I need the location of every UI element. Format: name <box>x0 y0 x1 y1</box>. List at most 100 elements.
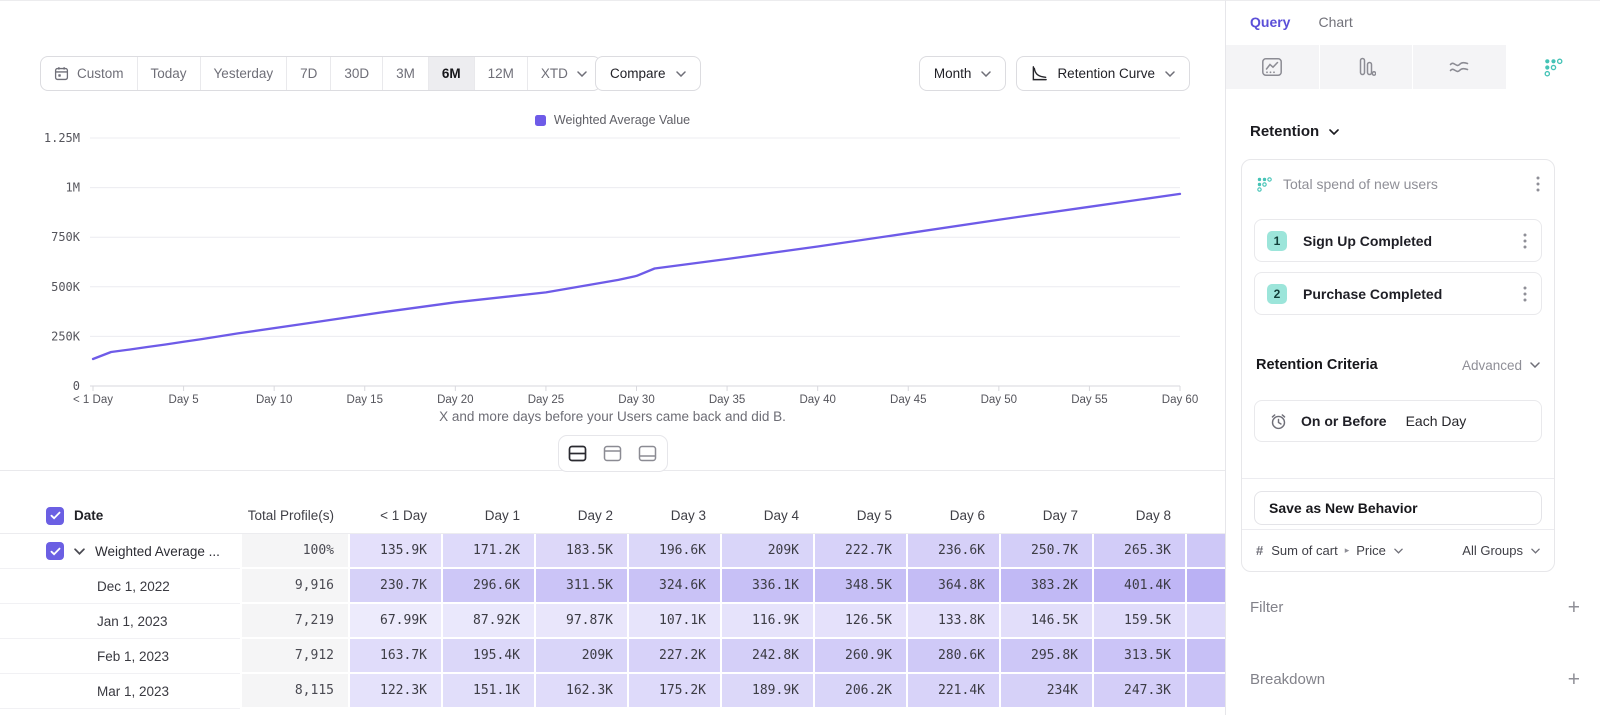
retention-value-cell[interactable]: 324.6K <box>627 569 720 604</box>
expand-caret-icon[interactable] <box>74 548 85 555</box>
granularity-button[interactable]: Month <box>919 56 1007 91</box>
retention-value-cell[interactable]: 97.87K <box>534 604 627 639</box>
retention-value-cell[interactable]: 295.8K <box>999 639 1092 674</box>
retention-value-cell[interactable]: 195.4K <box>441 639 534 674</box>
range-today[interactable]: Today <box>138 57 201 90</box>
step-menu-icon[interactable] <box>1521 231 1529 251</box>
retention-value-cell[interactable]: 247.3K <box>1092 674 1185 709</box>
retention-value-cell[interactable]: 234K <box>999 674 1092 709</box>
day-column-header: < 1 Day <box>348 498 441 533</box>
retention-value-cell[interactable]: 146.5K <box>999 604 1092 639</box>
retention-value-cell[interactable]: 206.2K <box>813 674 906 709</box>
retention-value-cell[interactable]: 265.3K <box>1092 534 1185 569</box>
retention-value-cell[interactable]: 122.3K <box>348 674 441 709</box>
range-6m[interactable]: 6M <box>429 57 475 90</box>
retention-curve-icon <box>1031 65 1048 82</box>
funnels-icon[interactable] <box>1320 45 1414 89</box>
retention-value-cell[interactable]: 175.2K <box>627 674 720 709</box>
row-label-cell[interactable]: Jan 1, 2023 <box>0 604 240 639</box>
range-12m[interactable]: 12M <box>475 57 528 90</box>
retention-value-cell[interactable]: 126.5K <box>813 604 906 639</box>
layout-table-view-button[interactable] <box>632 439 664 468</box>
retention-value-cell[interactable]: 196.6K <box>627 534 720 569</box>
step-sign-up-completed[interactable]: 1 Sign Up Completed <box>1254 219 1542 262</box>
all-groups-dropdown[interactable]: All Groups <box>1462 543 1540 558</box>
on-or-before-label: On or Before <box>1301 413 1387 429</box>
row-label-cell[interactable]: Mar 1, 2023 <box>0 674 240 709</box>
retention-value-cell[interactable]: 221.4K <box>906 674 999 709</box>
compare-button[interactable]: Compare <box>595 56 701 91</box>
step-purchase-completed[interactable]: 2 Purchase Completed <box>1254 272 1542 315</box>
retention-value-cell[interactable]: 401.4K <box>1092 569 1185 604</box>
retention-icon[interactable] <box>1507 45 1600 89</box>
range-3m[interactable]: 3M <box>383 57 429 90</box>
retention-value-cell[interactable]: 348.5K <box>813 569 906 604</box>
flows-icon[interactable] <box>1413 45 1507 89</box>
insights-icon[interactable] <box>1226 45 1320 89</box>
row-label-cell[interactable]: Feb 1, 2023 <box>0 639 240 674</box>
retention-criteria-setting[interactable]: On or Before Each Day <box>1254 400 1542 442</box>
range-yesterday[interactable]: Yesterday <box>201 57 288 90</box>
retention-value-cell[interactable]: 222.7K <box>813 534 906 569</box>
row-checkbox[interactable] <box>46 542 64 560</box>
retention-value-cell[interactable]: 67.99K <box>348 604 441 639</box>
retention-value-cell[interactable]: 116.9K <box>720 604 813 639</box>
range-xtd[interactable]: XTD <box>528 57 600 90</box>
alarm-clock-icon <box>1269 412 1288 431</box>
layout-split-view-button[interactable] <box>562 439 594 468</box>
arrow-right-icon: ▸ <box>1345 545 1350 556</box>
retention-value-cell[interactable]: 230.7K <box>348 569 441 604</box>
total-profiles-cell: 9,916 <box>240 569 348 604</box>
retention-value-cell[interactable]: 133.8K <box>906 604 999 639</box>
partial-value-cell <box>1185 639 1225 674</box>
retention-value-cell[interactable]: 296.6K <box>441 569 534 604</box>
total-profiles-cell: 7,219 <box>240 604 348 639</box>
step-menu-icon[interactable] <box>1521 284 1529 304</box>
retention-value-cell[interactable]: 311.5K <box>534 569 627 604</box>
behavior-menu-icon[interactable] <box>1534 174 1542 194</box>
retention-value-cell[interactable]: 135.9K <box>348 534 441 569</box>
measure-property-dropdown[interactable]: Sum of cart ▸ Price <box>1271 543 1403 558</box>
retention-value-cell[interactable]: 162.3K <box>534 674 627 709</box>
row-label-cell[interactable]: Weighted Average ... <box>0 534 240 569</box>
retention-value-cell[interactable]: 236.6K <box>906 534 999 569</box>
criteria-mode-dropdown[interactable]: Advanced <box>1462 358 1540 373</box>
svg-text:Day 5: Day 5 <box>169 394 199 406</box>
retention-value-cell[interactable]: 87.92K <box>441 604 534 639</box>
retention-section-dropdown[interactable]: Retention <box>1250 123 1339 140</box>
retention-value-cell[interactable]: 163.7K <box>348 639 441 674</box>
range-30d[interactable]: 30D <box>331 57 383 90</box>
tab-query[interactable]: Query <box>1250 14 1290 45</box>
range-7d[interactable]: 7D <box>287 57 331 90</box>
add-filter-button[interactable]: + <box>1568 597 1580 618</box>
retention-value-cell[interactable]: 260.9K <box>813 639 906 674</box>
retention-value-cell[interactable]: 171.2K <box>441 534 534 569</box>
retention-value-cell[interactable]: 209K <box>534 639 627 674</box>
save-as-new-behavior-button[interactable]: Save as New Behavior <box>1254 491 1542 525</box>
retention-value-cell[interactable]: 189.9K <box>720 674 813 709</box>
partial-value-cell <box>1185 534 1225 569</box>
retention-value-cell[interactable]: 107.1K <box>627 604 720 639</box>
row-label-cell[interactable]: Dec 1, 2022 <box>0 569 240 604</box>
retention-value-cell[interactable]: 183.5K <box>534 534 627 569</box>
retention-value-cell[interactable]: 209K <box>720 534 813 569</box>
add-breakdown-button[interactable]: + <box>1568 669 1580 690</box>
retention-value-cell[interactable]: 242.8K <box>720 639 813 674</box>
retention-value-cell[interactable]: 313.5K <box>1092 639 1185 674</box>
step-label: Purchase Completed <box>1303 286 1505 302</box>
chart-caption: X and more days before your Users came b… <box>0 409 1225 424</box>
retention-value-cell[interactable]: 151.1K <box>441 674 534 709</box>
retention-value-cell[interactable]: 250.7K <box>999 534 1092 569</box>
retention-value-cell[interactable]: 227.2K <box>627 639 720 674</box>
retention-value-cell[interactable]: 159.5K <box>1092 604 1185 639</box>
chart-type-button[interactable]: Retention Curve <box>1016 56 1190 91</box>
retention-value-cell[interactable]: 336.1K <box>720 569 813 604</box>
layout-chart-view-button[interactable] <box>597 439 629 468</box>
select-all-checkbox[interactable] <box>46 507 64 525</box>
tab-chart[interactable]: Chart <box>1318 14 1352 45</box>
retention-value-cell[interactable]: 383.2K <box>999 569 1092 604</box>
retention-value-cell[interactable]: 280.6K <box>906 639 999 674</box>
range-custom[interactable]: Custom <box>41 57 138 90</box>
row-label: Feb 1, 2023 <box>97 649 169 664</box>
retention-value-cell[interactable]: 364.8K <box>906 569 999 604</box>
